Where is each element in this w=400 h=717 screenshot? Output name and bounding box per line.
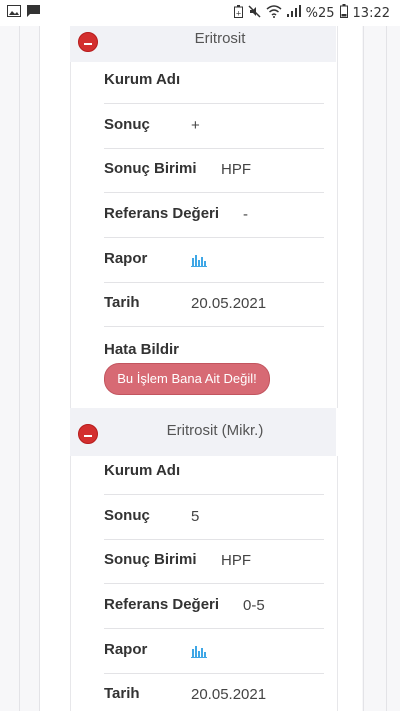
- rapor-row: Rapor: [104, 238, 324, 283]
- bar-chart-icon[interactable]: [191, 251, 207, 272]
- referans-degeri-row: Referans Değeri 0-5: [104, 584, 324, 629]
- message-icon: [27, 5, 40, 21]
- hata-bildir-row: Hata Bildir: [104, 327, 324, 361]
- sonuc-row: Sonuç 5: [104, 495, 324, 540]
- referans-degeri-row: Referans Değeri -: [104, 193, 324, 238]
- test-title: Eritrosit: [194, 30, 246, 47]
- sonuc-birimi-label: Sonuç Birimi: [104, 551, 197, 568]
- mute-icon: [248, 4, 261, 22]
- referans-degeri-value: 0-5: [243, 597, 265, 614]
- sonuc-value: 5: [191, 508, 200, 525]
- sonuc-value: +: [191, 117, 200, 134]
- kurum-adi-row: Kurum Adı: [104, 450, 324, 495]
- tarih-label: Tarih: [104, 294, 140, 311]
- sonuc-birimi-value: HPF: [221, 552, 251, 569]
- battery-saver-icon: +: [233, 4, 243, 22]
- tarih-value: 20.05.2021: [191, 686, 267, 703]
- test-title: Eritrosit (Mikr.): [166, 422, 264, 439]
- divider: [386, 26, 387, 711]
- bar-chart-icon[interactable]: [191, 642, 207, 663]
- referans-degeri-label: Referans Değeri: [104, 205, 220, 222]
- kurum-adi-row: Kurum Adı: [104, 59, 324, 104]
- not-my-record-button[interactable]: Bu İşlem Bana Ait Değil!: [104, 363, 270, 395]
- svg-text:+: +: [235, 9, 241, 17]
- signal-icon: [286, 5, 301, 21]
- hata-bildir-label: Hata Bildir: [104, 341, 180, 358]
- divider: [363, 26, 364, 711]
- rapor-label: Rapor: [104, 250, 148, 267]
- kurum-adi-label: Kurum Adı: [104, 71, 181, 88]
- sonuc-birimi-row: Sonuç Birimi HPF: [104, 539, 324, 584]
- rapor-label: Rapor: [104, 641, 148, 658]
- collapse-icon[interactable]: [78, 32, 98, 52]
- sonuc-birimi-label: Sonuç Birimi: [104, 160, 197, 177]
- page-margin-right: [362, 26, 400, 711]
- rapor-row: Rapor: [104, 629, 324, 674]
- tarih-row: Tarih 20.05.2021: [104, 282, 324, 327]
- battery-icon: [339, 4, 348, 22]
- battery-percent: %25: [305, 5, 335, 21]
- image-icon: [7, 5, 21, 21]
- divider: [39, 26, 40, 711]
- clock: 13:22: [352, 5, 390, 21]
- sonuc-birimi-row: Sonuç Birimi HPF: [104, 148, 324, 193]
- tarih-label: Tarih: [104, 685, 140, 702]
- sonuc-label: Sonuç: [104, 507, 150, 524]
- page-margin-left: [0, 26, 40, 711]
- referans-degeri-value: -: [243, 206, 248, 223]
- sonuc-label: Sonuç: [104, 116, 150, 133]
- tarih-value: 20.05.2021: [191, 295, 267, 312]
- wifi-icon: [266, 4, 282, 22]
- divider: [19, 26, 20, 711]
- kurum-adi-label: Kurum Adı: [104, 462, 181, 479]
- sonuc-row: Sonuç +: [104, 104, 324, 149]
- sonuc-birimi-value: HPF: [221, 161, 251, 178]
- collapse-icon[interactable]: [78, 424, 98, 444]
- referans-degeri-label: Referans Değeri: [104, 596, 220, 613]
- status-bar: + %25 13:22: [0, 0, 400, 26]
- tarih-row: Tarih 20.05.2021: [104, 673, 324, 717]
